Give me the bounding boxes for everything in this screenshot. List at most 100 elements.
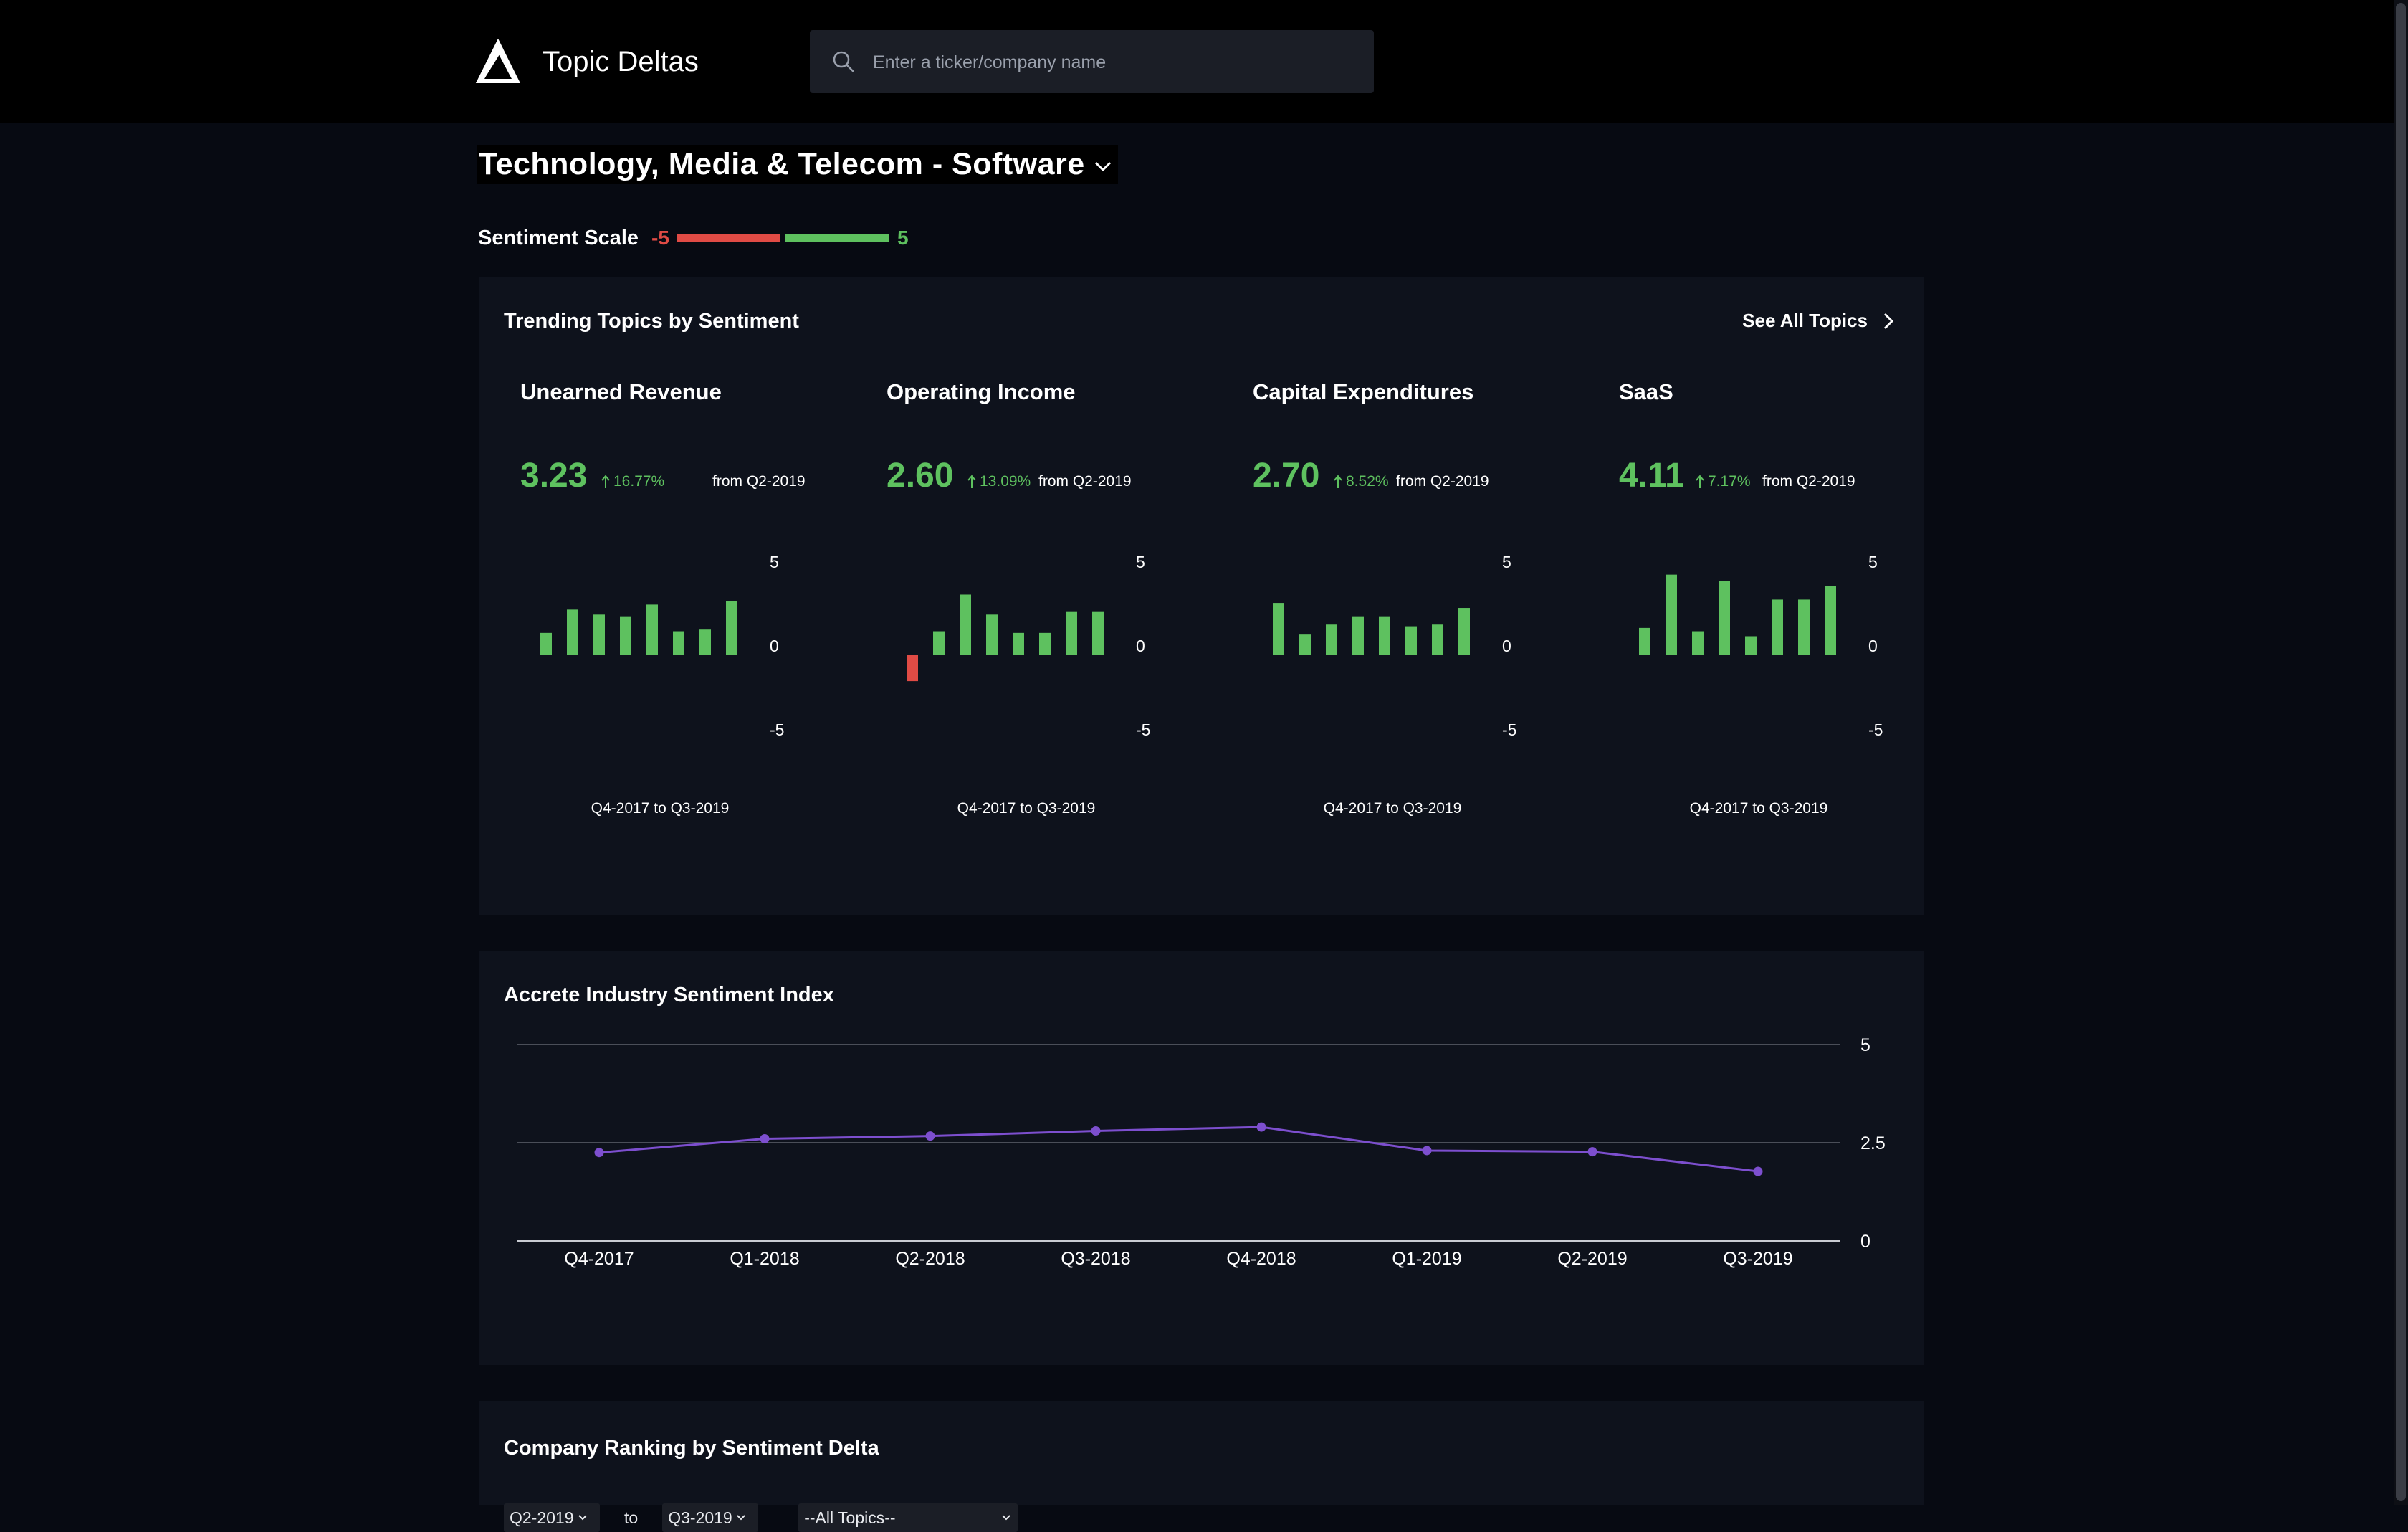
- topic-delta-value: 8.52%: [1346, 473, 1389, 490]
- sentiment-scale-min: -5: [651, 227, 669, 249]
- sentiment-scale-max: 5: [897, 227, 909, 249]
- data-point[interactable]: [1587, 1147, 1597, 1157]
- data-point[interactable]: [760, 1134, 770, 1144]
- sparkline-bar: [1299, 634, 1311, 655]
- topic-delta-value: 13.09%: [980, 473, 1031, 490]
- sparkline-axis-label: -5: [1868, 720, 1883, 736]
- sparkline-bar: [1066, 611, 1077, 655]
- x-tick-label: Q2-2019: [1557, 1249, 1627, 1269]
- topic-filter-select[interactable]: --All Topics--: [798, 1503, 1018, 1532]
- app-title: Topic Deltas: [543, 46, 699, 77]
- topic-score: 2.60: [887, 457, 954, 495]
- sparkline-bar: [1745, 636, 1757, 655]
- topic-delta: 16.77%: [601, 473, 664, 490]
- sparkline-axis-label: 0: [1868, 637, 1878, 655]
- sparkline-bar: [1666, 574, 1677, 655]
- y-tick-label: 2.5: [1860, 1133, 1886, 1153]
- topic-filter-value: --All Topics--: [804, 1508, 896, 1527]
- topic-score: 3.23: [520, 457, 588, 495]
- sentiment-scale-positive-bar: [785, 234, 889, 242]
- ticker-search-input[interactable]: [871, 43, 1362, 82]
- topic-from: from Q2-2019: [712, 473, 806, 490]
- topic-name: SaaS: [1619, 379, 1673, 404]
- sparkline-bar: [1326, 624, 1337, 655]
- chevron-down-icon: [578, 1515, 587, 1521]
- company-ranking-title: Company Ranking by Sentiment Delta: [504, 1437, 879, 1460]
- accrete-logo-icon[interactable]: [474, 37, 522, 85]
- sparkline-bar: [620, 616, 631, 655]
- sparkline-bar: [933, 631, 945, 655]
- sparkline-bar: [1379, 616, 1390, 655]
- sparkline-axis-label: -5: [1502, 720, 1516, 736]
- sparkline-bar: [1639, 627, 1650, 655]
- sparkline-bar: [1405, 626, 1417, 655]
- sparkline-axis-label: 0: [1136, 637, 1145, 655]
- topic-delta: 8.52%: [1333, 473, 1389, 490]
- topic-from: from Q2-2019: [1762, 473, 1855, 490]
- to-quarter-select[interactable]: Q3-2019: [662, 1503, 759, 1532]
- sparkline-bar: [1039, 632, 1051, 655]
- arrow-up-icon: [1696, 475, 1704, 488]
- industry-selector[interactable]: Technology, Media & Telecom - Software: [477, 145, 1118, 184]
- x-tick-label: Q3-2018: [1061, 1249, 1130, 1269]
- ticker-search[interactable]: [810, 30, 1374, 93]
- ranking-filters: Q2-2019 to Q3-2019 --All Topics--: [504, 1503, 1018, 1532]
- from-quarter-select[interactable]: Q2-2019: [504, 1503, 600, 1532]
- sparkline-axis-label: 5: [770, 553, 779, 571]
- sparkline-bar: [1432, 624, 1443, 655]
- sentiment-index-panel: Accrete Industry Sentiment Index 5 2.5 0 Q4…: [479, 951, 1924, 1365]
- sentiment-index-chart: 5 2.5 0 Q4-2017 Q1-2018 Q2-2018 Q3-2018 Q4-2018…: [517, 1035, 1886, 1269]
- x-tick-label: Q1-2018: [730, 1249, 799, 1269]
- sparkline-bar: [1013, 632, 1024, 655]
- sparkline-bar: [699, 629, 711, 655]
- sparkline-bar: [567, 609, 578, 655]
- arrow-up-icon: [968, 475, 976, 488]
- topic-score: 4.11: [1619, 457, 1684, 495]
- sparkline-bar: [1273, 603, 1284, 655]
- chevron-down-icon: [1002, 1515, 1010, 1521]
- x-tick-label: Q4-2018: [1226, 1249, 1296, 1269]
- topic-card-capital-expenditures[interactable]: Capital Expenditures 2.70 8.52% from Q2-…: [1253, 277, 1590, 817]
- topic-name: Unearned Revenue: [520, 379, 722, 404]
- top-navigation-bar: Topic Deltas: [0, 0, 2408, 123]
- sentiment-scale: Sentiment Scale -5 5: [478, 224, 909, 252]
- data-point[interactable]: [1091, 1126, 1101, 1136]
- sparkline-bar: [960, 594, 971, 655]
- sparkline-axis-label: 5: [1502, 553, 1511, 571]
- topic-range: Q4-2017 to Q3-2019: [957, 800, 1096, 817]
- topic-sparkline: 5 0 -5: [540, 553, 784, 736]
- topic-range: Q4-2017 to Q3-2019: [1689, 800, 1828, 817]
- sparkline-axis-label: 0: [770, 637, 779, 655]
- series-line: [598, 1126, 1759, 1173]
- sparkline-bar: [593, 614, 605, 655]
- sparkline-axis-label: 0: [1502, 637, 1511, 655]
- chevron-down-icon: [736, 1515, 745, 1521]
- data-point[interactable]: [925, 1131, 935, 1141]
- sparkline-bar: [726, 601, 737, 655]
- data-point[interactable]: [1422, 1146, 1432, 1156]
- x-tick-label: Q1-2019: [1392, 1249, 1461, 1269]
- to-quarter-value: Q3-2019: [668, 1508, 732, 1527]
- page-scrollbar-thumb[interactable]: [2396, 3, 2406, 1501]
- topic-name: Capital Expenditures: [1253, 379, 1474, 404]
- data-point[interactable]: [1256, 1122, 1266, 1132]
- x-tick-label: Q3-2019: [1723, 1249, 1792, 1269]
- sparkline-axis-label: -5: [770, 720, 784, 736]
- sparkline-bar: [673, 631, 684, 655]
- data-point[interactable]: [1753, 1166, 1763, 1176]
- topic-sparkline: 5 0 -5: [1639, 553, 1883, 736]
- topic-sparkline: 5 0 -5: [1273, 553, 1516, 736]
- topic-card-operating-income[interactable]: Operating Income 2.60 13.09% from Q2-201…: [887, 277, 1223, 817]
- sentiment-scale-negative-bar: [676, 234, 780, 242]
- trending-topics-panel: Trending Topics by Sentiment See All Top…: [479, 277, 1924, 915]
- x-tick-label: Q4-2017: [564, 1249, 634, 1269]
- sparkline-bar: [1458, 608, 1470, 655]
- topic-delta: 7.17%: [1695, 473, 1751, 490]
- topic-card-unearned-revenue[interactable]: Unearned Revenue 3.23 16.77% from Q2-201…: [520, 277, 857, 817]
- industry-title: Technology, Media & Telecom - Software: [479, 146, 1085, 181]
- data-point[interactable]: [594, 1148, 604, 1158]
- sparkline-bar: [540, 632, 552, 655]
- topic-card-saas[interactable]: SaaS 4.11 7.17% from Q2-2019 5 0 -5 Q4-201…: [1619, 277, 1956, 817]
- company-ranking-panel: Company Ranking by Sentiment Delta Q2-20…: [479, 1401, 1924, 1532]
- sparkline-bar: [1798, 599, 1810, 655]
